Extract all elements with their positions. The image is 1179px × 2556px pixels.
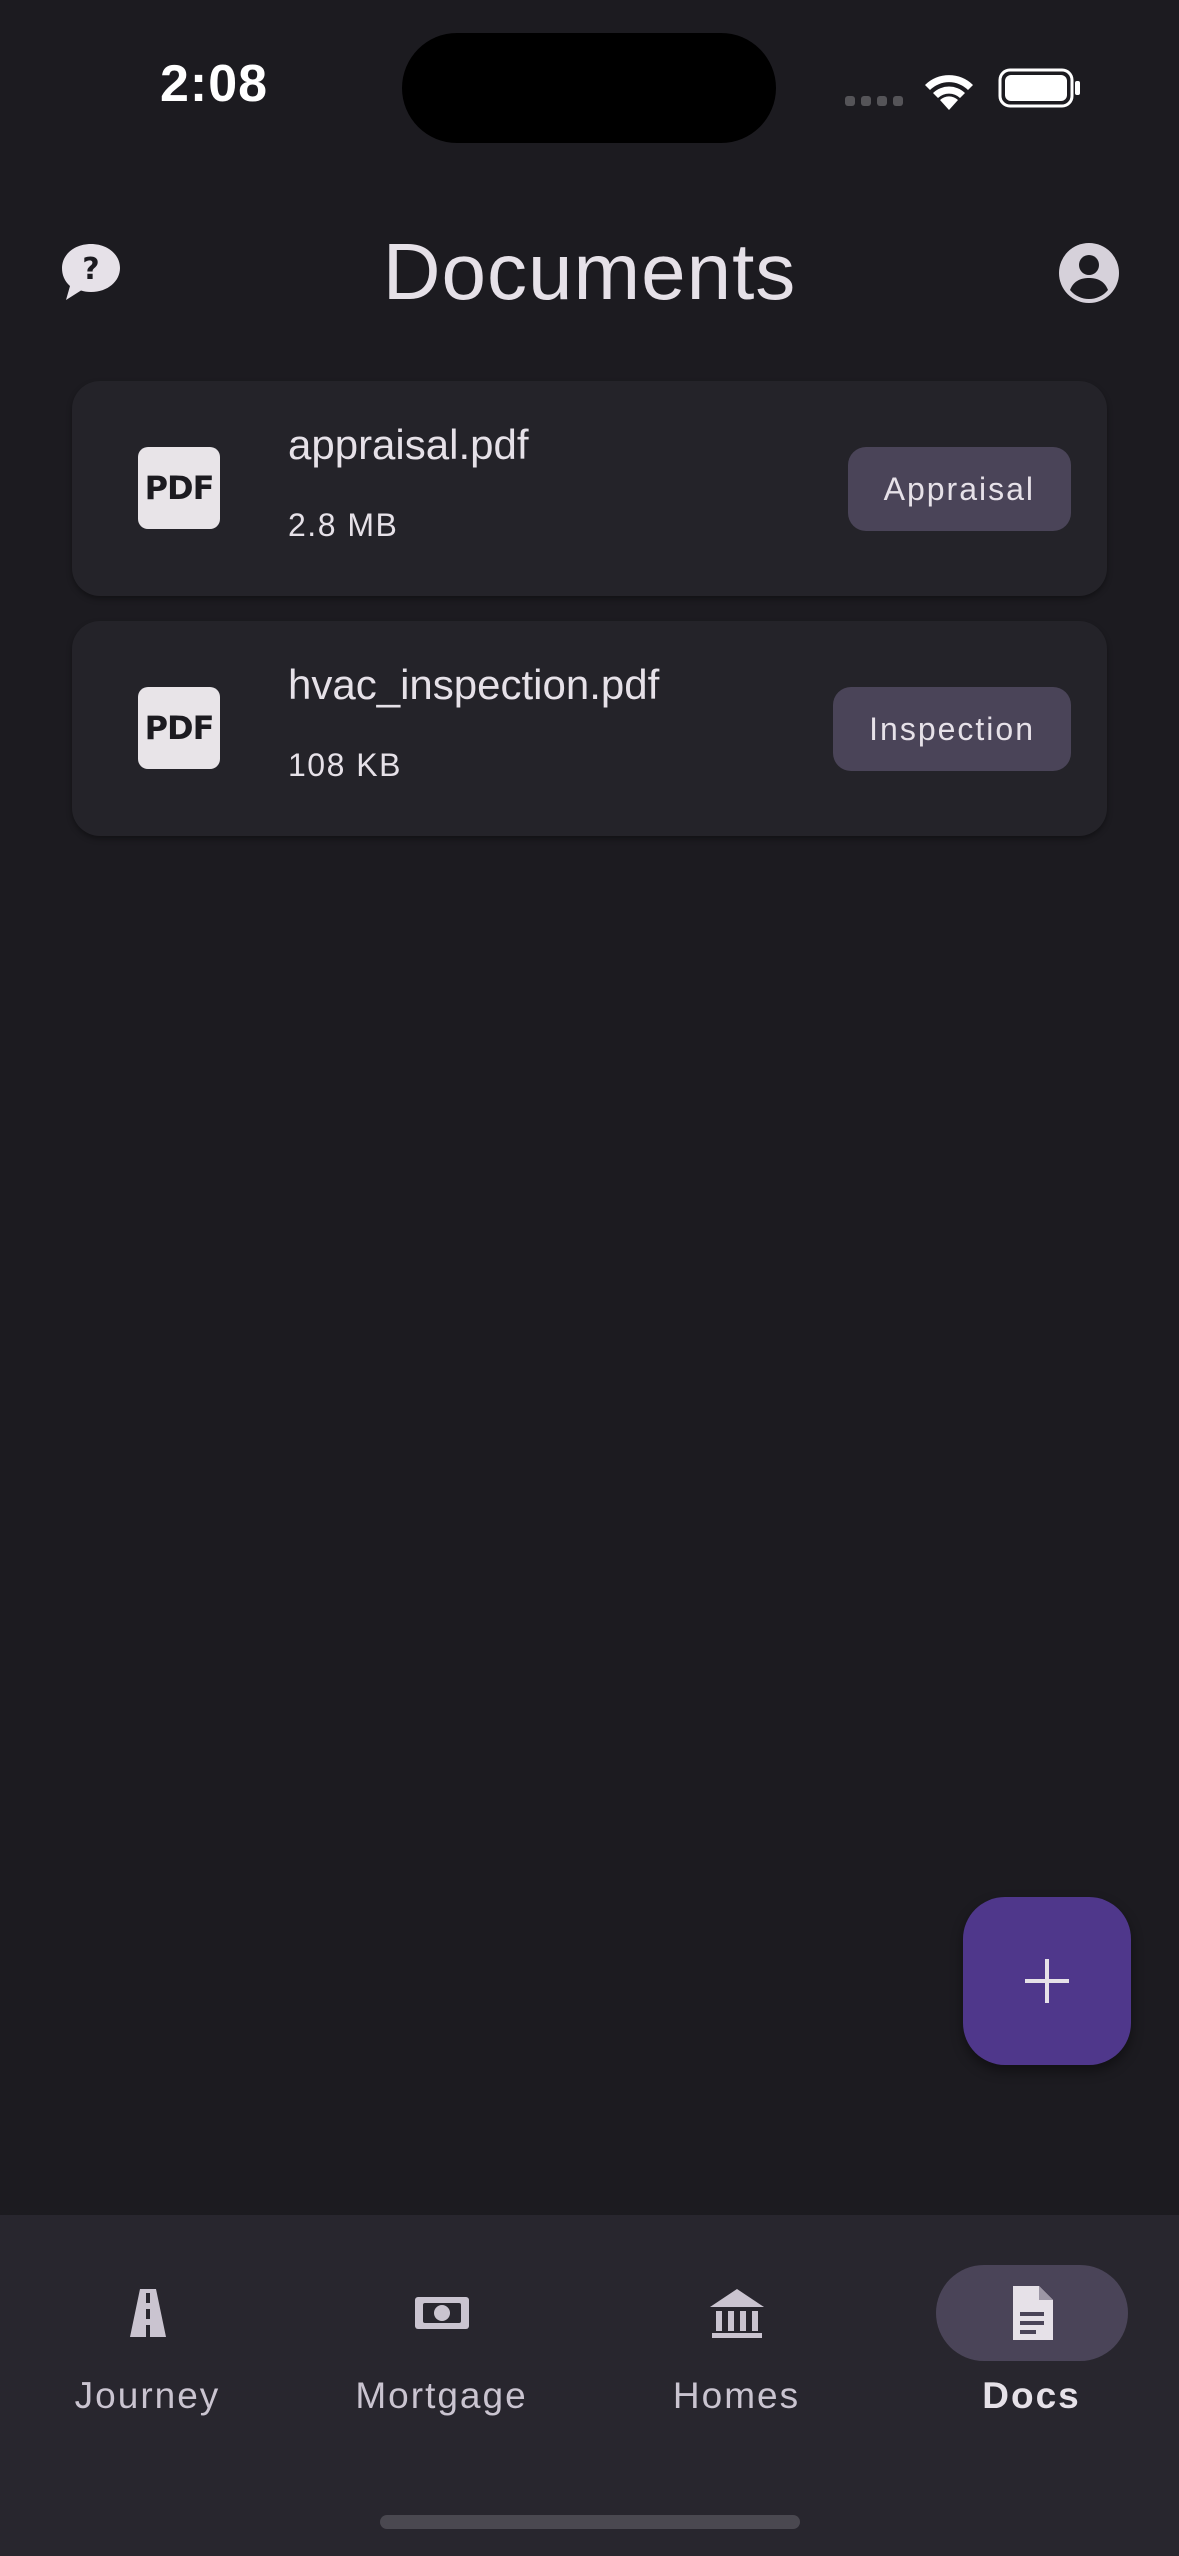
page-title: Documents xyxy=(382,227,797,316)
nav-item-mortgage[interactable]: Mortgage xyxy=(294,2250,589,2450)
document-icon xyxy=(1012,2286,1053,2340)
nav-item-docs[interactable]: Docs xyxy=(884,2250,1179,2450)
document-size: 2.8 MB xyxy=(288,507,399,543)
money-icon xyxy=(414,2297,469,2329)
documents-screen: 2:08 ? Documents PDF appraisal.pdf 2.8 M… xyxy=(0,0,1179,2556)
document-name: appraisal.pdf xyxy=(288,421,529,468)
wifi-icon xyxy=(925,75,973,110)
cellular-signal-icon xyxy=(845,96,903,106)
pdf-file-icon: PDF xyxy=(138,447,220,529)
add-document-button[interactable] xyxy=(963,1897,1131,2065)
nav-item-journey[interactable]: Journey xyxy=(0,2250,295,2450)
document-card[interactable]: PDF appraisal.pdf 2.8 MB Appraisal xyxy=(72,381,1107,596)
battery-icon xyxy=(998,68,1080,108)
document-card[interactable]: PDF hvac_inspection.pdf 108 KB Inspectio… xyxy=(72,621,1107,836)
document-type-chip[interactable]: Appraisal xyxy=(847,447,1071,531)
document-size: 108 KB xyxy=(288,747,402,783)
dynamic-island xyxy=(402,33,776,143)
home-indicator[interactable] xyxy=(380,2515,800,2529)
bottom-navigation: Journey Mortgage Homes Docs xyxy=(0,2215,1179,2556)
nav-label: Docs xyxy=(982,2375,1081,2416)
document-name: hvac_inspection.pdf xyxy=(288,661,660,708)
document-type-chip[interactable]: Inspection xyxy=(833,687,1071,771)
pdf-file-icon: PDF xyxy=(138,687,220,769)
account-button[interactable] xyxy=(1056,240,1122,306)
account-circle-icon xyxy=(1059,243,1119,303)
nav-label: Mortgage xyxy=(355,2375,528,2416)
bank-icon xyxy=(709,2289,764,2338)
status-time: 2:08 xyxy=(160,55,269,113)
nav-label: Journey xyxy=(74,2375,221,2416)
plus-icon xyxy=(1025,1959,1069,2003)
road-icon xyxy=(129,2289,166,2337)
nav-label: Homes xyxy=(672,2375,801,2416)
nav-item-homes[interactable]: Homes xyxy=(589,2250,884,2450)
active-indicator xyxy=(935,2265,1128,2361)
